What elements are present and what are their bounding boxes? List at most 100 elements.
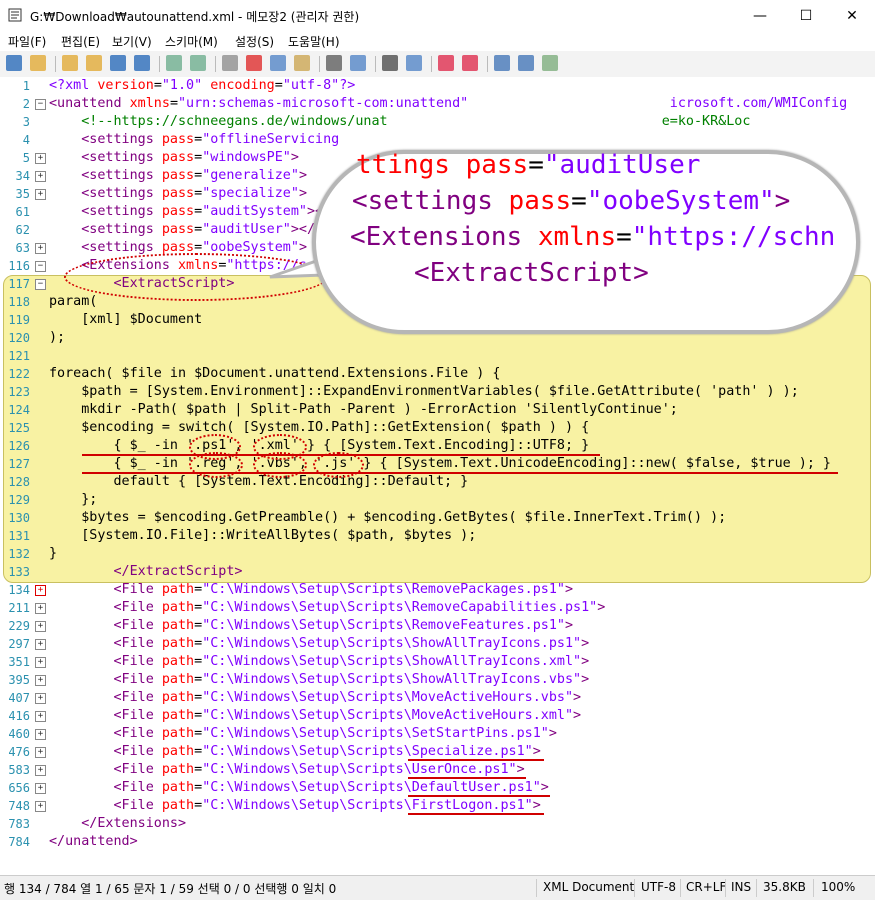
- code-line: 134 + <File path="C:\Windows\Setup\Script…: [0, 581, 875, 599]
- line-number: 5: [22, 151, 30, 165]
- code-text: <settings pass="specialize">: [81, 186, 307, 201]
- collapse-fold-icon[interactable]: −: [35, 279, 46, 290]
- code-line: 395 + <File path="C:\Windows\Setup\Script…: [0, 671, 875, 689]
- expand-fold-icon[interactable]: +: [35, 585, 46, 596]
- annotation-underline-firstlogon: [408, 813, 544, 815]
- new-icon[interactable]: [6, 55, 22, 71]
- line-number: 416: [8, 709, 30, 723]
- open-icon[interactable]: [30, 55, 46, 71]
- code-line: 229 + <File path="C:\Windows\Setup\Script…: [0, 617, 875, 635]
- code-line: 351 + <File path="C:\Windows\Setup\Script…: [0, 653, 875, 671]
- code-text: <File path="C:\Windows\Setup\Scripts\Set…: [113, 726, 557, 741]
- paste-icon[interactable]: [294, 55, 310, 71]
- line-number: 127: [8, 457, 30, 471]
- minimize-button[interactable]: —: [737, 0, 783, 31]
- expand-fold-icon[interactable]: +: [35, 621, 46, 632]
- line-number: 748: [8, 799, 30, 813]
- replace-icon[interactable]: [350, 55, 366, 71]
- zoomin-icon[interactable]: [438, 55, 454, 71]
- line-number: 407: [8, 691, 30, 705]
- code-text: };: [49, 492, 98, 507]
- code-text: [System.IO.File]::WriteAllBytes( $path, …: [49, 528, 477, 543]
- browse-icon[interactable]: [62, 55, 78, 71]
- wordwrap-icon[interactable]: [382, 55, 398, 71]
- line-number: 117: [8, 277, 30, 291]
- line-number: 123: [8, 385, 30, 399]
- copy-icon[interactable]: [270, 55, 286, 71]
- expand-fold-icon[interactable]: +: [35, 801, 46, 812]
- menu-file[interactable]: 파일(F): [8, 33, 46, 50]
- maximize-button[interactable]: ☐: [783, 0, 829, 31]
- line-number: 351: [8, 655, 30, 669]
- code-line: 4 <settings pass="offlineServicing: [0, 131, 875, 149]
- menu-view[interactable]: 보기(V): [112, 33, 152, 50]
- expand-fold-icon[interactable]: +: [35, 639, 46, 650]
- line-number: 126: [8, 439, 30, 453]
- redo-icon[interactable]: [190, 55, 206, 71]
- zoomout-icon[interactable]: [462, 55, 478, 71]
- cut-icon[interactable]: [222, 55, 238, 71]
- code-line: 416 + <File path="C:\Windows\Setup\Script…: [0, 707, 875, 725]
- code-text: <File path="C:\Windows\Setup\Scripts\Sho…: [113, 636, 590, 651]
- editor[interactable]: 1 <?xml version="1.0" encoding="utf-8"?> 2…: [0, 77, 875, 875]
- status-eol[interactable]: CR+LF: [686, 880, 726, 894]
- line-number: 34: [15, 169, 30, 183]
- collapse-fold-icon[interactable]: −: [35, 261, 46, 272]
- code-line: 211 + <File path="C:\Windows\Setup\Script…: [0, 599, 875, 617]
- code-text: <unattend xmlns="urn:schemas-microsoft-c…: [49, 96, 848, 111]
- line-number: 130: [8, 511, 30, 525]
- menu-edit[interactable]: 편집(E): [61, 33, 100, 50]
- expand-fold-icon[interactable]: +: [35, 657, 46, 668]
- code-text: <File path="C:\Windows\Setup\Scripts\Mov…: [113, 708, 582, 723]
- close-button[interactable]: ✕: [829, 0, 875, 31]
- line-number: 1: [22, 79, 30, 93]
- code-line: 407 + <File path="C:\Windows\Setup\Script…: [0, 689, 875, 707]
- expand-fold-icon[interactable]: +: [35, 603, 46, 614]
- lineno-icon[interactable]: [406, 55, 422, 71]
- expand-fold-icon[interactable]: +: [35, 153, 46, 164]
- code-text: <settings pass="windowsPE">: [81, 150, 299, 165]
- code-line: 783 </Extensions>: [0, 815, 875, 833]
- line-number: 122: [8, 367, 30, 381]
- line-number: 35: [15, 187, 30, 201]
- zoom-line-4: <ExtractScript>: [414, 258, 649, 288]
- code-text: }: [49, 546, 58, 561]
- code-text: <settings pass="generalize">: [81, 168, 307, 183]
- saveas-icon[interactable]: [134, 55, 150, 71]
- code-line: 121: [0, 347, 875, 365]
- save-icon[interactable]: [110, 55, 126, 71]
- expand-fold-icon[interactable]: +: [35, 675, 46, 686]
- reopen-icon[interactable]: [86, 55, 102, 71]
- collapse-fold-icon[interactable]: −: [35, 99, 46, 110]
- status-position: 행 134 / 784 열 1 / 65 문자 1 / 59 선택 0 / 0 …: [4, 882, 337, 896]
- menu-settings[interactable]: 설정(S): [235, 33, 274, 50]
- status-encoding[interactable]: UTF-8: [641, 880, 676, 894]
- code-line: 131 [System.IO.File]::WriteAllBytes( $pa…: [0, 527, 875, 545]
- code-text: <File path="C:\Windows\Setup\Scripts\Sho…: [113, 672, 590, 687]
- expand-fold-icon[interactable]: +: [35, 729, 46, 740]
- code-line: 128 default { [System.Text.Encoding]::De…: [0, 473, 875, 491]
- annotation-underline-defaultuser: [408, 795, 550, 797]
- expand-fold-icon[interactable]: +: [35, 243, 46, 254]
- annotation-underline-126: [82, 454, 600, 456]
- expand-fold-icon[interactable]: +: [35, 171, 46, 182]
- code-text: <settings pass="offlineServicing: [81, 132, 340, 147]
- code-text: <!--https://schneegans.de/windows/unat e…: [81, 114, 751, 129]
- code-text: </Extensions>: [81, 816, 187, 831]
- menu-schema[interactable]: 스키마(M): [165, 33, 218, 50]
- undo-icon[interactable]: [166, 55, 182, 71]
- expand-fold-icon[interactable]: +: [35, 765, 46, 776]
- delete-icon[interactable]: [246, 55, 262, 71]
- expand-fold-icon[interactable]: +: [35, 711, 46, 722]
- expand-fold-icon[interactable]: +: [35, 693, 46, 704]
- find-icon[interactable]: [326, 55, 342, 71]
- settings-icon[interactable]: [518, 55, 534, 71]
- expand-fold-icon[interactable]: +: [35, 189, 46, 200]
- status-size: 35.8KB: [763, 880, 806, 894]
- menu-help[interactable]: 도움말(H): [288, 33, 340, 50]
- status-scheme[interactable]: XML Document: [543, 880, 634, 894]
- expand-fold-icon[interactable]: +: [35, 747, 46, 758]
- schema-icon[interactable]: [494, 55, 510, 71]
- expand-fold-icon[interactable]: +: [35, 783, 46, 794]
- exit-icon[interactable]: [542, 55, 558, 71]
